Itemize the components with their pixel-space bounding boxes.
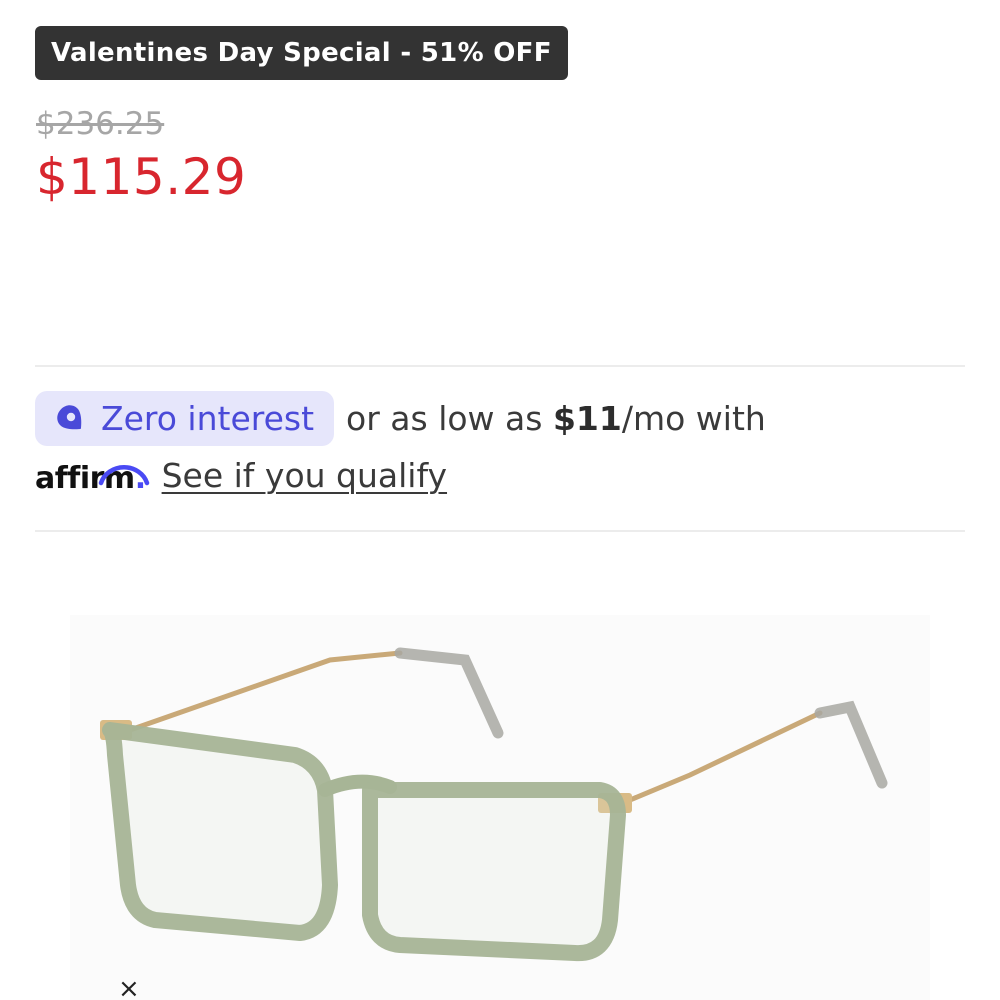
divider [35, 530, 965, 532]
monthly-amount: $11 [552, 399, 622, 438]
affirm-row: affirm. See if you qualify [35, 450, 447, 500]
product-image[interactable] [70, 615, 930, 1000]
divider [35, 365, 965, 367]
affirm-logo: affirm. [35, 455, 150, 496]
financing-offer: Zero interest or as low as $11/mo with [35, 391, 766, 446]
sale-price: $115.29 [36, 148, 247, 206]
product-detail-page: Valentines Day Special - 51% OFF $236.25… [0, 0, 1000, 1000]
zero-interest-label: Zero interest [101, 399, 315, 438]
financing-text-after: /mo with [621, 399, 766, 438]
zero-interest-pill[interactable]: Zero interest [35, 391, 335, 446]
financing-text: or as low as $11/mo with [346, 399, 766, 438]
see-if-you-qualify-link[interactable]: See if you qualify [162, 456, 447, 495]
tag-icon [57, 404, 82, 429]
eyeglasses-image [100, 647, 888, 962]
financing-text-before: or as low as [346, 399, 543, 438]
original-price: $236.25 [36, 106, 165, 142]
affirm-arc-icon [98, 464, 150, 485]
promo-badge: Valentines Day Special - 51% OFF [35, 26, 568, 80]
close-icon[interactable]: × [118, 976, 140, 1000]
